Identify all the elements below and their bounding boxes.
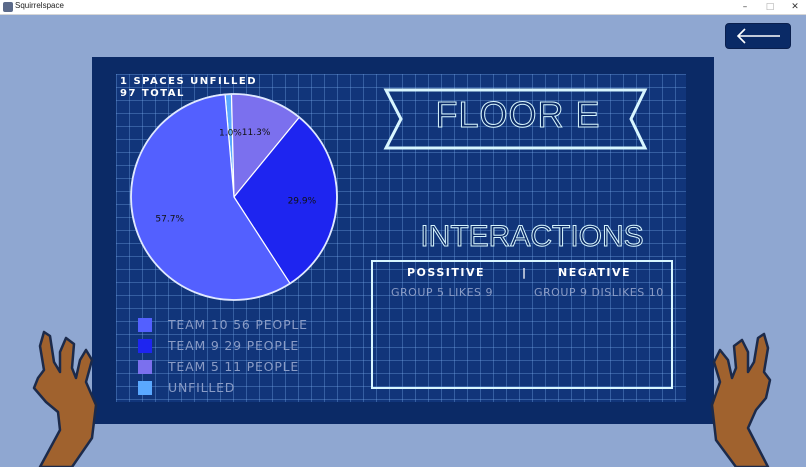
legend-label: TEAM 5 11 PEOPLE bbox=[168, 359, 300, 374]
floor-title: FLOOR E bbox=[435, 94, 601, 136]
right-hand bbox=[710, 332, 772, 467]
window-titlebar: Squirrelspace – □ ✕ bbox=[0, 0, 806, 15]
window-title: Squirrelspace bbox=[15, 1, 64, 10]
minimize-button[interactable]: – bbox=[732, 0, 758, 14]
interactions-title: INTERACTIONS bbox=[420, 220, 644, 254]
legend-swatch bbox=[138, 360, 152, 374]
maximize-button[interactable]: □ bbox=[757, 0, 783, 14]
legend-swatch bbox=[138, 381, 152, 395]
legend-swatch bbox=[138, 339, 152, 353]
total-count: 97 TOTAL bbox=[120, 88, 185, 99]
app-icon bbox=[3, 2, 13, 12]
arrow-left-icon bbox=[736, 28, 780, 44]
column-separator: | bbox=[522, 266, 528, 279]
legend-swatch bbox=[138, 318, 152, 332]
negative-header: NEGATIVE bbox=[558, 266, 632, 279]
legend-label: TEAM 9 29 PEOPLE bbox=[168, 338, 300, 353]
left-hand bbox=[32, 330, 98, 467]
positive-header: POSSITIVE bbox=[407, 266, 485, 279]
interactions-box bbox=[371, 260, 673, 389]
legend-label: UNFILLED bbox=[168, 380, 236, 395]
close-button[interactable]: ✕ bbox=[782, 0, 806, 14]
legend-label: TEAM 10 56 PEOPLE bbox=[168, 317, 308, 332]
back-button[interactable] bbox=[725, 23, 791, 49]
positive-entry: GROUP 5 LIKES 9 bbox=[391, 286, 494, 299]
negative-entry: GROUP 9 DISLIKES 10 bbox=[534, 286, 664, 299]
unfilled-count: 1 SPACES UNFILLED bbox=[120, 76, 258, 87]
